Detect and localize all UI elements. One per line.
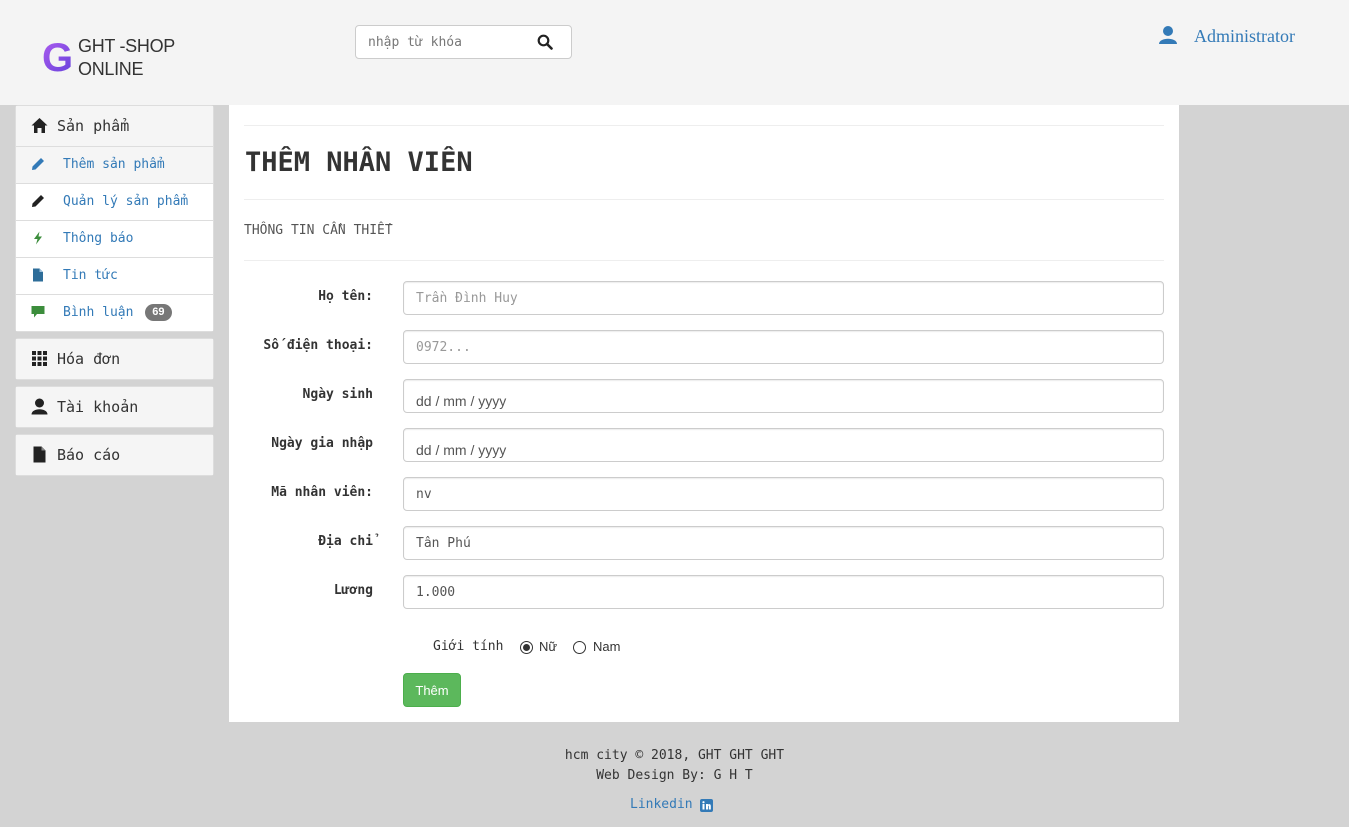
form-row-phone: Số điện thoại: — [244, 330, 1164, 364]
gender-male-label[interactable]: Nam — [593, 639, 620, 654]
sidebar: Sản phẩm Thêm sản phẩm Quản lý sản phẩm … — [15, 105, 214, 482]
sidebar-item-label: Báo cáo — [57, 446, 121, 464]
birthdate-input[interactable] — [403, 379, 1164, 413]
footer-copyright: hcm city © 2018, GHT GHT GHT — [564, 748, 785, 763]
sidebar-item-reports[interactable]: Báo cáo — [16, 435, 213, 475]
salary-input[interactable] — [403, 575, 1164, 609]
user-icon — [31, 398, 48, 415]
comment-icon — [31, 306, 45, 318]
logo-mark: G — [42, 36, 78, 80]
address-input[interactable] — [403, 526, 1164, 560]
linkedin-link[interactable]: Linkedin — [630, 797, 713, 812]
gender-female-radio[interactable] — [520, 641, 533, 654]
sidebar-group-products: Sản phẩm Thêm sản phẩm Quản lý sản phẩm … — [15, 105, 214, 332]
sidebar-group-account: Tài khoản — [15, 386, 214, 428]
employee-id-input[interactable] — [403, 477, 1164, 511]
sidebar-item-invoices[interactable]: Hóa đơn — [16, 339, 213, 379]
sidebar-group-reports: Báo cáo — [15, 434, 214, 476]
sidebar-item-label: Thêm sản phẩm — [63, 157, 165, 172]
birthdate-label: Ngày sinh — [302, 387, 373, 402]
page-title: THÊM NHÂN VIÊN — [245, 147, 473, 178]
sidebar-item-account[interactable]: Tài khoản — [16, 387, 213, 427]
flash-icon — [34, 231, 42, 245]
home-icon — [31, 118, 48, 133]
user-name[interactable]: Administrator — [1194, 26, 1295, 47]
divider — [244, 260, 1164, 261]
phone-input[interactable] — [403, 330, 1164, 364]
file-icon — [33, 268, 43, 282]
user-icon — [1159, 26, 1177, 44]
salary-label: Lương — [333, 583, 373, 598]
sidebar-item-label: Tài khoản — [57, 398, 139, 416]
comment-count-badge: 69 — [145, 304, 172, 321]
section-title: THÔNG TIN CẦN THIẾT — [244, 223, 393, 238]
sidebar-item-label: Sản phẩm — [57, 117, 130, 135]
divider — [244, 199, 1164, 200]
sidebar-item-notifications[interactable]: Thông báo — [16, 220, 213, 257]
employee-id-label: Mã nhân viên: — [271, 485, 373, 500]
sidebar-item-label: Bình luận — [63, 305, 134, 320]
sidebar-item-label: Hóa đơn — [57, 350, 121, 368]
sidebar-item-label: Quản lý sản phẩm — [63, 194, 189, 209]
header: G GHT -SHOP ONLINE Administrator — [0, 0, 1349, 105]
footer-credit: Web Design By: G H T — [596, 768, 753, 783]
fullname-label: Họ tên: — [318, 289, 373, 304]
form-row-employee-id: Mã nhân viên: — [244, 477, 1164, 511]
pencil-icon — [32, 195, 44, 207]
grid-icon — [32, 351, 47, 366]
sidebar-item-news[interactable]: Tin tức — [16, 257, 213, 294]
sidebar-item-label: Thông báo — [63, 231, 134, 246]
divider — [244, 125, 1164, 126]
pencil-icon — [32, 158, 44, 170]
form-row-fullname: Họ tên: — [244, 281, 1164, 315]
join-date-input[interactable] — [403, 428, 1164, 462]
sidebar-item-comments[interactable]: Bình luận 69 — [16, 294, 213, 331]
sidebar-item-manage-products[interactable]: Quản lý sản phẩm — [16, 183, 213, 220]
sidebar-group-invoices: Hóa đơn — [15, 338, 214, 380]
linkedin-icon — [700, 799, 713, 812]
form-row-birthdate: Ngày sinh — [244, 379, 1164, 413]
join-date-label: Ngày gia nhập — [271, 436, 373, 451]
sidebar-item-label: Tin tức — [63, 268, 118, 283]
footer: hcm city © 2018, GHT GHT GHT Web Design … — [0, 746, 1349, 786]
gender-label: Giới tính — [433, 639, 504, 654]
linkedin-link-label[interactable]: Linkedin — [630, 797, 693, 812]
add-employee-button[interactable]: Thêm — [403, 673, 461, 707]
search-input[interactable] — [356, 26, 526, 58]
form-row-address: Địa chỉ — [244, 526, 1164, 560]
phone-label: Số điện thoại: — [263, 338, 373, 353]
form-row-salary: Lương — [244, 575, 1164, 609]
sidebar-item-products[interactable]: Sản phẩm — [16, 106, 213, 146]
search-icon[interactable] — [537, 34, 553, 50]
main-content: THÊM NHÂN VIÊN THÔNG TIN CẦN THIẾT Họ tê… — [229, 105, 1179, 722]
address-label: Địa chỉ — [318, 534, 373, 549]
logo-text-line2: ONLINE — [78, 59, 144, 79]
file-icon — [33, 446, 46, 463]
sidebar-item-add-product[interactable]: Thêm sản phẩm — [16, 146, 213, 183]
fullname-input[interactable] — [403, 281, 1164, 315]
gender-female-label[interactable]: Nữ — [539, 639, 557, 654]
gender-male-radio[interactable] — [573, 641, 586, 654]
form-row-join-date: Ngày gia nhập — [244, 428, 1164, 462]
logo-text-line1: GHT -SHOP — [78, 36, 175, 56]
search-box — [355, 25, 572, 59]
